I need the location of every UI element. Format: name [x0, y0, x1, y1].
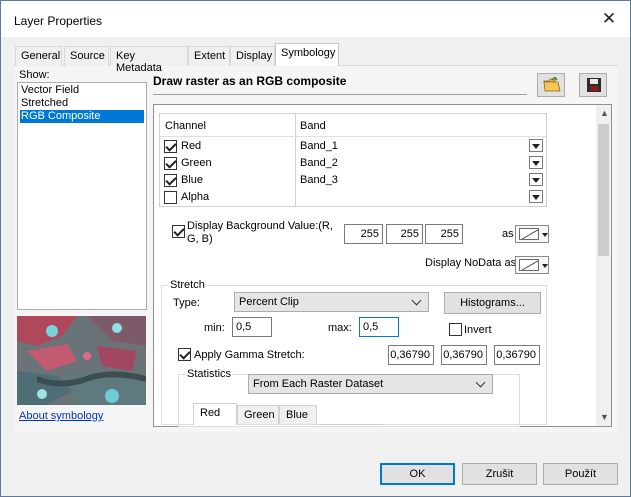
display-background-checkbox[interactable] — [172, 225, 185, 238]
save-layer-file-button[interactable] — [579, 73, 607, 97]
stats-tab-red[interactable]: Red — [193, 403, 237, 425]
stretch-max-input[interactable]: 0,5 — [359, 317, 399, 337]
statistics-group-label: Statistics — [185, 368, 234, 380]
open-layer-file-button[interactable] — [537, 73, 565, 97]
channel-red-checkbox[interactable] — [164, 140, 177, 153]
background-g-input[interactable]: 255 — [386, 224, 423, 244]
band-green-value: Band_2 — [300, 157, 338, 169]
nodata-color-picker[interactable] — [515, 256, 549, 274]
gamma-stretch-checkbox[interactable] — [178, 348, 191, 361]
display-background-label: Display Background Value:(R, G, B) — [187, 220, 333, 245]
show-list: Vector Field Stretched RGB Composite — [17, 82, 147, 310]
stretch-min-input[interactable]: 0,5 — [232, 317, 272, 337]
gamma-red-input[interactable]: 0,36790 — [388, 345, 434, 365]
gamma-green-input[interactable]: 0,36790 — [441, 345, 487, 365]
background-color-picker[interactable] — [515, 225, 549, 243]
band-red-value: Band_1 — [300, 140, 338, 152]
nodata-label: Display NoData as — [425, 257, 517, 269]
gamma-blue-input[interactable]: 0,36790 — [494, 345, 540, 365]
invert-checkbox[interactable] — [449, 323, 462, 336]
stretch-type-select[interactable]: Percent Clip — [234, 292, 429, 312]
background-b-input[interactable]: 255 — [425, 224, 463, 244]
table-column-divider — [295, 113, 296, 207]
scrollbar-thumb[interactable] — [598, 124, 609, 256]
channel-alpha-label: Alpha — [181, 191, 210, 203]
column-header-channel: Channel — [165, 120, 206, 132]
band-alpha-dropdown[interactable] — [529, 190, 543, 203]
show-item-stretched[interactable]: Stretched — [20, 97, 144, 110]
gamma-stretch-label: Apply Gamma Stretch: — [194, 349, 305, 361]
channel-blue-label: Blue — [181, 174, 204, 186]
stretch-type-label: Type: — [173, 297, 200, 309]
invert-label: Invert — [464, 324, 492, 336]
close-icon[interactable]: ✕ — [600, 10, 618, 28]
scroll-up-icon[interactable]: ▲ — [600, 108, 609, 118]
channel-green-checkbox[interactable] — [164, 157, 177, 170]
table-header-divider — [160, 136, 546, 137]
tab-general[interactable]: General — [15, 46, 62, 66]
apply-button[interactable]: Použít — [543, 463, 618, 485]
tab-symbology[interactable]: Symbology — [275, 43, 339, 66]
statistics-source-select[interactable]: From Each Raster Dataset — [248, 374, 493, 394]
channel-blue-checkbox[interactable] — [164, 174, 177, 187]
show-item-rgb-composite[interactable]: RGB Composite — [20, 110, 144, 123]
folder-open-icon — [543, 77, 561, 92]
stretch-max-label: max: — [328, 322, 352, 334]
band-blue-dropdown[interactable] — [529, 173, 543, 186]
chevron-down-icon — [542, 233, 548, 237]
window-title: Layer Properties — [14, 14, 103, 28]
show-label: Show: — [19, 69, 50, 81]
chevron-down-icon — [542, 264, 548, 268]
channel-band-table — [159, 113, 547, 207]
band-green-dropdown[interactable] — [529, 156, 543, 169]
channel-green-label: Green — [181, 157, 212, 169]
background-r-input[interactable]: 255 — [344, 224, 383, 244]
ok-button[interactable]: OK — [380, 463, 455, 485]
symbology-preview-image — [17, 316, 146, 405]
stats-tab-blue[interactable]: Blue — [279, 405, 317, 424]
column-header-band: Band — [300, 120, 326, 132]
histograms-button[interactable]: Histograms... — [444, 292, 541, 314]
stretch-group-label: Stretch — [168, 279, 207, 291]
channel-red-label: Red — [181, 140, 202, 152]
scroll-down-icon[interactable]: ▼ — [600, 412, 609, 422]
heading-divider — [153, 94, 527, 95]
about-symbology-link[interactable]: About symbology — [19, 410, 103, 422]
tab-extent[interactable]: Extent — [188, 46, 230, 66]
band-red-dropdown[interactable] — [529, 139, 543, 152]
background-as-label: as — [502, 228, 514, 240]
renderer-heading: Draw raster as an RGB composite — [153, 74, 347, 88]
tab-key-metadata[interactable]: Key Metadata — [110, 46, 188, 74]
tab-source[interactable]: Source — [64, 46, 109, 66]
show-item-vector-field[interactable]: Vector Field — [20, 84, 144, 97]
cancel-button[interactable]: Zrušit — [462, 463, 537, 485]
band-blue-value: Band_3 — [300, 174, 338, 186]
stats-tab-green[interactable]: Green — [237, 405, 279, 424]
floppy-save-icon — [587, 78, 601, 92]
channel-alpha-checkbox[interactable] — [164, 191, 177, 204]
tab-display[interactable]: Display — [230, 46, 275, 66]
stretch-min-label: min: — [204, 322, 225, 334]
stats-tab-strip-line — [317, 424, 382, 425]
